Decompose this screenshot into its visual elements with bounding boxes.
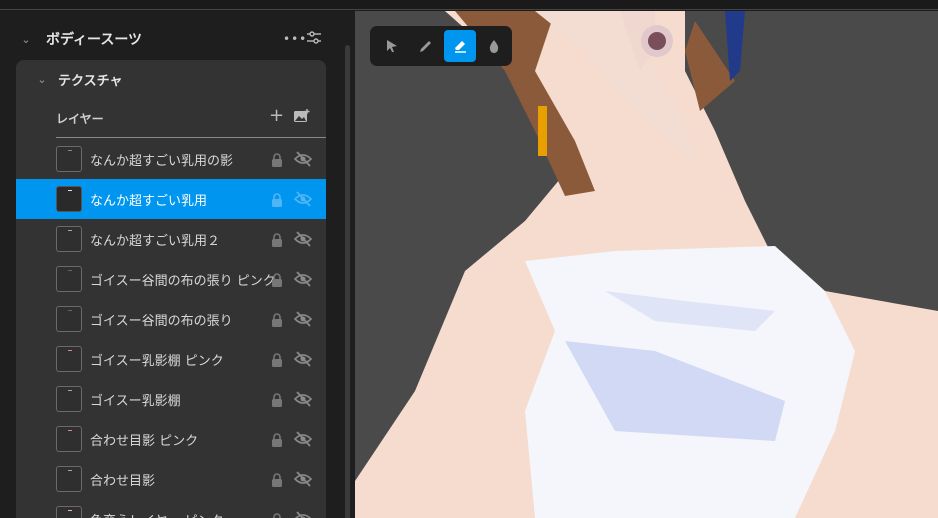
add-layer-button[interactable]: +	[269, 105, 284, 126]
3d-viewport[interactable]	[355, 11, 938, 518]
scrollbar[interactable]	[345, 45, 350, 518]
add-image-layer-icon[interactable]	[294, 109, 310, 123]
layer-name: 合わせ目影	[90, 473, 156, 489]
lock-icon[interactable]	[271, 232, 283, 251]
layer-thumbnail	[56, 226, 82, 252]
panel-title: テクスチャ	[58, 74, 123, 89]
eye-hidden-icon[interactable]	[293, 311, 313, 331]
layer-name: なんか超すごい乳用	[90, 193, 208, 209]
more-icon[interactable]: •••	[283, 32, 307, 46]
lock-icon[interactable]	[271, 432, 283, 451]
layers-label: レイヤー	[56, 112, 104, 126]
section-header[interactable]: ⌄ ボディースーツ •••	[0, 27, 340, 51]
layer-thumbnail	[56, 506, 82, 518]
top-bar	[0, 0, 938, 10]
layer-thumbnail	[56, 306, 82, 332]
lock-icon[interactable]	[271, 512, 283, 518]
lock-icon[interactable]	[271, 472, 283, 491]
layer-name: ゴイスー谷間の布の張り ピンク	[90, 273, 276, 289]
sidebar: ⌄ ボディースーツ ••• ⌄ テクスチャ レイヤー + なんか超すごい乳用の影…	[0, 11, 355, 518]
character-model	[355, 11, 938, 518]
layer-name: ゴイスー谷間の布の張り	[90, 313, 233, 329]
layer-row[interactable]: なんか超すごい乳用２	[16, 219, 326, 259]
fill-tool-button[interactable]	[478, 30, 510, 62]
lock-icon[interactable]	[271, 192, 283, 211]
eye-hidden-icon[interactable]	[293, 271, 313, 291]
layer-row[interactable]: 色変えレイヤー ピンク	[16, 499, 326, 518]
layer-thumbnail	[56, 426, 82, 452]
texture-header[interactable]: ⌄ テクスチャ	[36, 70, 122, 89]
layer-thumbnail	[56, 386, 82, 412]
select-tool-button[interactable]	[376, 30, 408, 62]
sliders-icon[interactable]	[307, 31, 321, 45]
eye-hidden-icon[interactable]	[293, 151, 313, 171]
eraser-tool-button[interactable]	[444, 30, 476, 62]
eye-hidden-icon[interactable]	[293, 471, 313, 491]
layer-list: なんか超すごい乳用の影 なんか超すごい乳用 なんか超すごい乳用２ ゴイスー谷間の…	[16, 139, 326, 518]
lock-icon[interactable]	[271, 312, 283, 331]
eraser-icon	[452, 38, 468, 54]
layer-row[interactable]: なんか超すごい乳用	[16, 179, 326, 219]
lock-icon[interactable]	[271, 392, 283, 411]
layer-thumbnail	[56, 266, 82, 292]
layer-row[interactable]: ゴイスー谷間の布の張り	[16, 299, 326, 339]
layer-thumbnail	[56, 186, 82, 212]
layer-thumbnail	[56, 466, 82, 492]
chevron-down-icon[interactable]: ⌄	[36, 73, 48, 86]
layer-name: ゴイスー乳影棚 ピンク	[90, 353, 224, 369]
select-icon	[385, 39, 399, 53]
lock-icon[interactable]	[271, 352, 283, 371]
layer-row[interactable]: ゴイスー乳影棚 ピンク	[16, 339, 326, 379]
eye-hidden-icon[interactable]	[293, 351, 313, 371]
divider	[56, 137, 326, 138]
texture-panel: ⌄ テクスチャ レイヤー + なんか超すごい乳用の影 なんか超すごい乳用 なんか…	[16, 60, 326, 518]
fill-icon	[488, 39, 500, 53]
pen-tool-button[interactable]	[410, 30, 442, 62]
layer-name: なんか超すごい乳用２	[90, 233, 221, 249]
section-title: ボディースーツ	[46, 32, 143, 48]
eye-hidden-icon[interactable]	[293, 191, 313, 211]
lock-icon[interactable]	[271, 152, 283, 171]
layer-row[interactable]: ゴイスー谷間の布の張り ピンク	[16, 259, 326, 299]
layer-thumbnail	[56, 346, 82, 372]
eye-hidden-icon[interactable]	[293, 391, 313, 411]
layer-name: 色変えレイヤー ピンク	[90, 510, 224, 518]
pen-icon	[419, 39, 433, 53]
eye-hidden-icon[interactable]	[293, 231, 313, 251]
lock-icon[interactable]	[271, 272, 283, 291]
layer-name: ゴイスー乳影棚	[90, 393, 181, 409]
tool-palette	[370, 26, 512, 66]
layer-thumbnail	[56, 146, 82, 172]
eye-hidden-icon[interactable]	[294, 511, 312, 518]
layer-row[interactable]: なんか超すごい乳用の影	[16, 139, 326, 179]
chevron-down-icon[interactable]: ⌄	[20, 33, 32, 46]
layer-name: なんか超すごい乳用の影	[90, 153, 234, 169]
eye-hidden-icon[interactable]	[293, 431, 313, 451]
layer-row[interactable]: 合わせ目影 ピンク	[16, 419, 326, 459]
layer-name: 合わせ目影 ピンク	[90, 433, 199, 449]
layer-row[interactable]: 合わせ目影	[16, 459, 326, 499]
layer-row[interactable]: ゴイスー乳影棚	[16, 379, 326, 419]
